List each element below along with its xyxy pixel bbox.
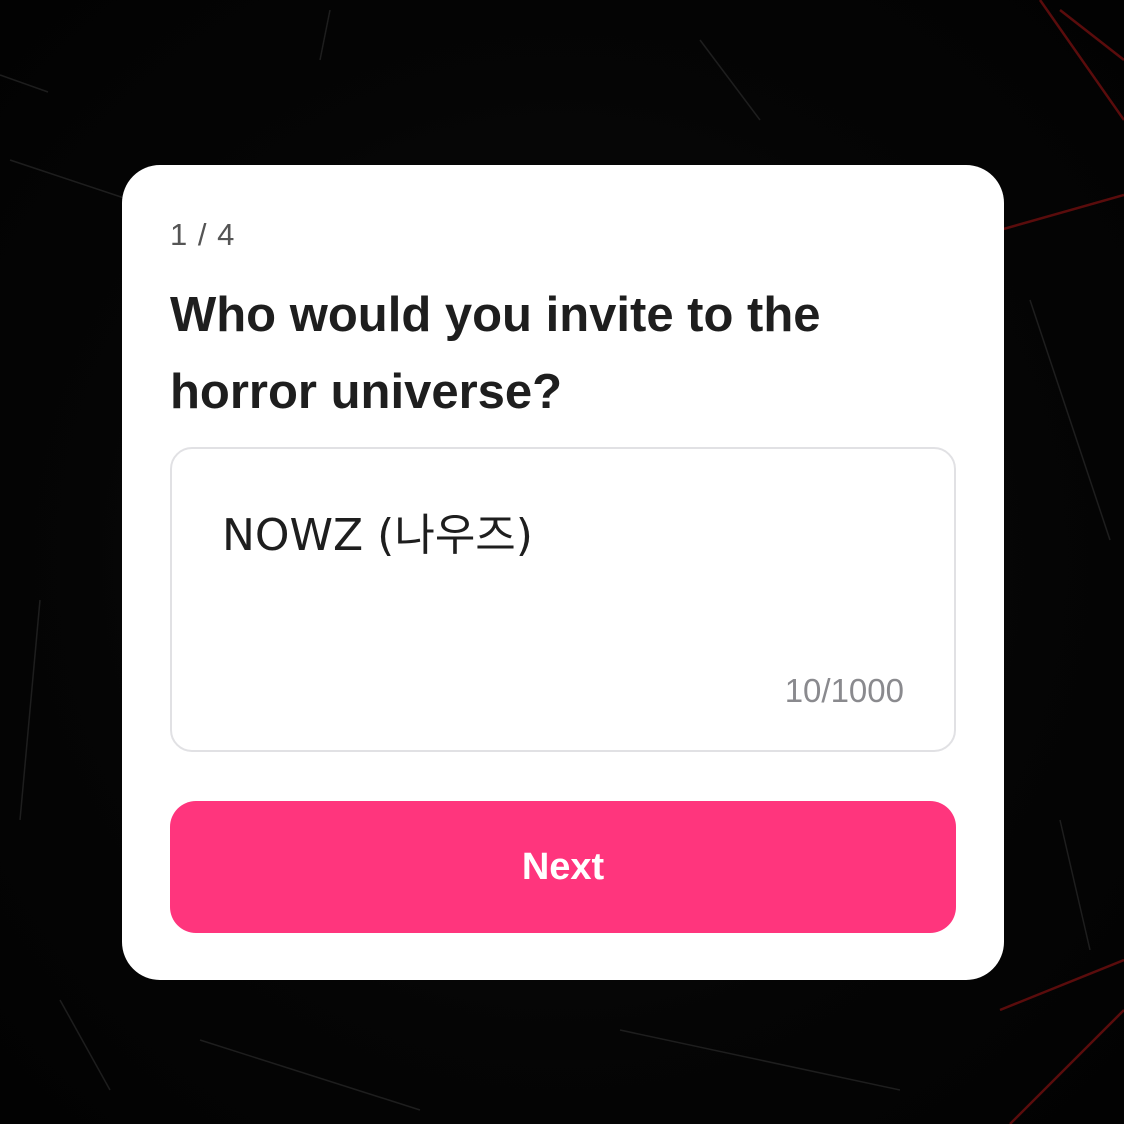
step-indicator: 1 / 4 bbox=[170, 217, 236, 252]
question-title: Who would you invite to the horror unive… bbox=[170, 288, 821, 419]
answer-textarea[interactable]: NOWZ (나우즈) 10/1000 bbox=[170, 447, 956, 752]
answer-value: NOWZ (나우즈) bbox=[222, 510, 533, 561]
next-button[interactable]: Next bbox=[170, 801, 956, 933]
character-counter: 10/1000 bbox=[784, 672, 904, 709]
survey-card: 1 / 4 Who would you invite to the horror… bbox=[122, 165, 1004, 980]
